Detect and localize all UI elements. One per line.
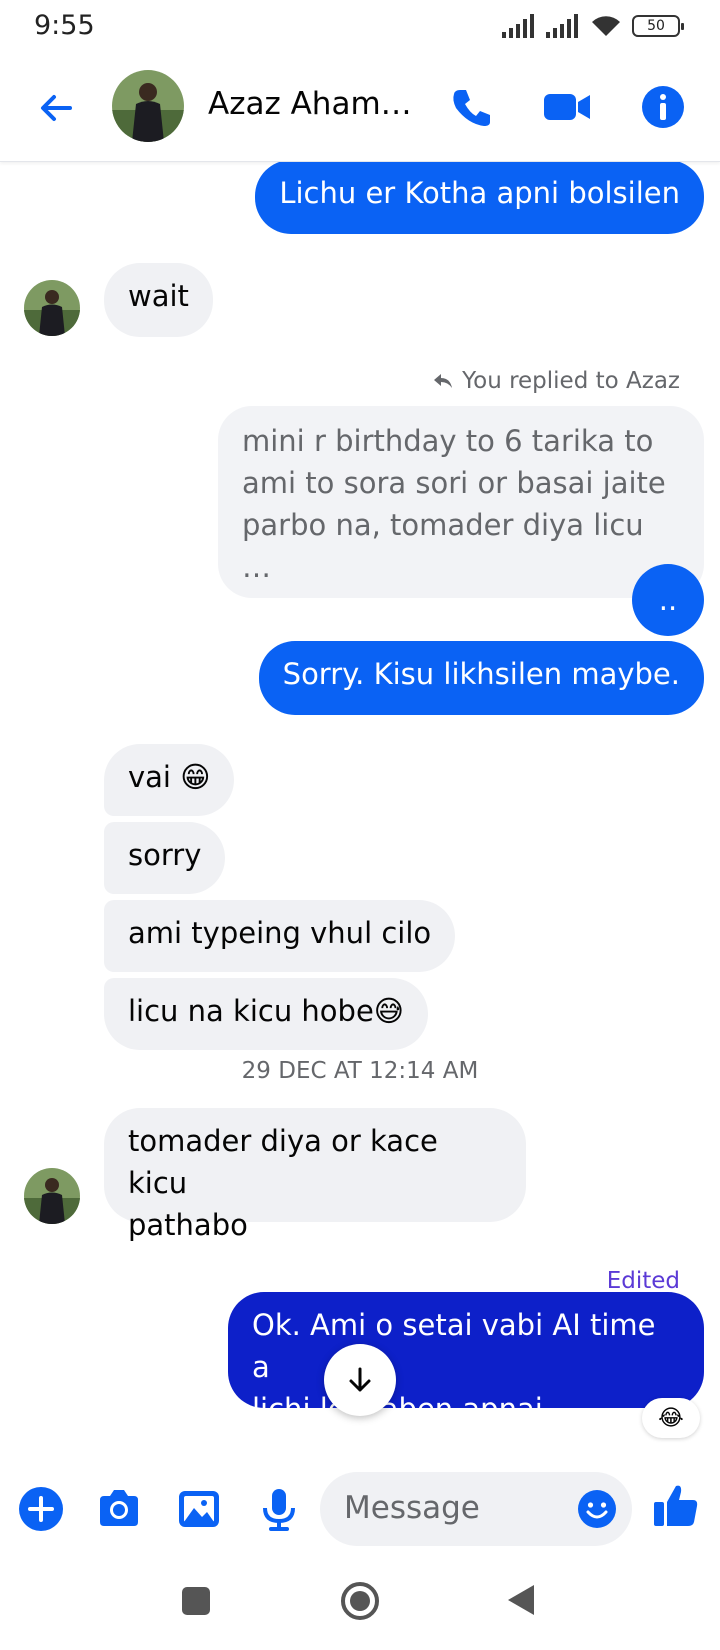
sender-avatar[interactable] [24,1168,80,1224]
system-nav-bar [0,1570,720,1650]
info-icon[interactable] [638,82,688,132]
reply-icon [434,374,453,388]
conversation-header: Azaz Aham… [0,56,720,162]
incoming-message[interactable]: wait [104,263,213,337]
quoted-message[interactable]: mini r birthday to 6 tarika to ami to so… [218,406,704,598]
home-icon[interactable] [340,1581,380,1621]
message-text: Lichu er Kotha apni bolsilen [279,176,680,210]
status-icons: 50 [502,14,684,38]
signal-icon-2 [546,14,578,38]
reaction-emoji: 😂 [658,1405,684,1431]
status-time: 9:55 [34,10,95,41]
contact-avatar[interactable] [112,70,184,142]
like-icon[interactable] [648,1478,704,1534]
message-text-line: Ok. Ami o setai vabi AI time a [252,1308,656,1384]
message-thread[interactable]: Lichu er Kotha apni bolsilen wait You re… [0,162,720,1467]
wifi-icon [592,16,620,36]
outgoing-message[interactable]: .. [632,564,704,636]
recents-icon[interactable] [181,1586,211,1616]
message-text-line: pathabo [128,1208,248,1242]
contact-name[interactable]: Azaz Aham… [208,86,412,122]
outgoing-message[interactable]: Sorry. Kisu likhsilen maybe. [258,641,704,715]
back-arrow-icon[interactable] [34,86,78,130]
incoming-message[interactable]: tomader diya or kace kicu pathabo [104,1108,526,1242]
mic-icon[interactable] [254,1484,304,1534]
message-text: .. [658,583,678,617]
plus-icon[interactable] [16,1484,66,1534]
emoji-icon[interactable] [576,1488,618,1530]
signal-icon [502,14,534,38]
message-input[interactable]: Message [320,1472,632,1546]
message-placeholder: Message [344,1490,480,1526]
phone-icon[interactable] [446,82,496,132]
status-bar: 9:55 50 [0,0,720,56]
message-text: licu na kicu hobe😅 [128,994,405,1028]
scroll-to-bottom-button[interactable] [324,1344,396,1416]
message-text: sorry [128,838,202,872]
message-text: wait [128,279,189,313]
incoming-message[interactable]: sorry [104,822,226,894]
back-nav-icon[interactable] [506,1583,536,1617]
message-text: vai 😁 [128,760,211,794]
message-timestamp: 29 DEC AT 12:14 AM [241,1058,479,1084]
message-composer: Message [0,1470,720,1550]
battery-icon: 50 [632,15,684,37]
video-icon[interactable] [542,82,592,132]
outgoing-message[interactable]: Ok. Ami o setai vabi AI time a lichi lek… [228,1292,704,1426]
incoming-message[interactable]: vai 😁 [104,744,235,816]
incoming-message[interactable]: ami typeing vhul cilo [104,900,456,972]
arrow-down-icon [349,1367,371,1392]
outgoing-message[interactable]: Lichu er Kotha apni bolsilen [255,162,704,234]
reply-indicator: You replied to Azaz [432,368,680,394]
gallery-icon[interactable] [174,1484,224,1534]
edited-label: Edited [606,1268,680,1294]
incoming-message[interactable]: licu na kicu hobe😅 [104,978,429,1050]
message-text: ami typeing vhul cilo [128,916,432,950]
reply-label: You replied to Azaz [462,368,680,394]
message-text-line: tomader diya or kace kicu [128,1124,438,1200]
camera-icon[interactable] [94,1484,144,1534]
quoted-text: mini r birthday to 6 tarika to ami to so… [242,424,666,584]
message-text: Sorry. Kisu likhsilen maybe. [282,657,680,691]
sender-avatar[interactable] [24,280,80,336]
message-reaction[interactable]: 😂 [642,1398,700,1438]
message-text-line: lichi lekhaben apnai [252,1392,543,1426]
